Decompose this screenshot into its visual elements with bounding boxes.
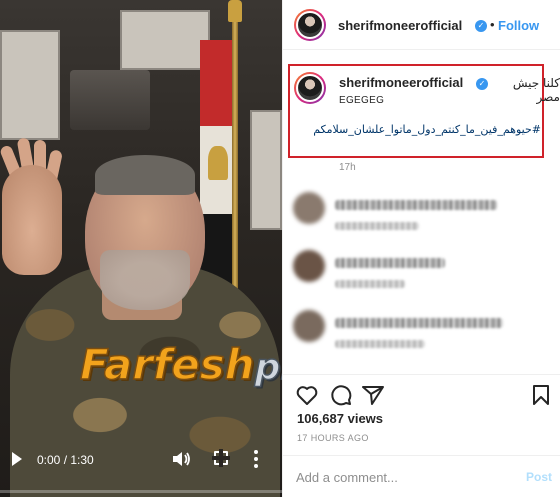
person-beard <box>100 250 190 310</box>
post-panel: sherifmoneerofficial ✓ • Follow sherifmo… <box>282 0 560 497</box>
comment-meta-blurred <box>335 280 405 288</box>
post-actions <box>283 374 560 414</box>
comment-item <box>293 310 513 354</box>
post-header: sherifmoneerofficial ✓ • Follow <box>283 0 560 50</box>
kitchen-cabinet <box>0 30 60 140</box>
range-hood <box>70 70 150 130</box>
flag-pole-top <box>228 0 242 22</box>
comment-item <box>293 192 513 236</box>
comment-item <box>293 250 513 294</box>
caption-hashtag-link[interactable]: #حيوهم_فين_ما_كنتم_دول_ماتوا_علشان_سلامك… <box>313 122 541 138</box>
egypt-flag <box>200 40 236 300</box>
watermark-part2: plus.com <box>254 346 282 389</box>
verified-badge-icon: ✓ <box>476 78 488 90</box>
fullscreen-icon[interactable] <box>212 449 230 467</box>
separator-dot: • <box>490 17 495 32</box>
caption-subtitle: EGEGEG <box>339 95 385 106</box>
follow-button[interactable]: Follow <box>498 18 539 33</box>
comment-meta-blurred <box>335 222 419 230</box>
caption-username[interactable]: sherifmoneerofficial <box>339 75 463 90</box>
more-vertical-icon[interactable] <box>254 450 258 468</box>
post-comment-button[interactable]: Post <box>526 470 552 484</box>
comment-input[interactable] <box>296 468 496 486</box>
raised-hand <box>2 165 62 275</box>
person-hair <box>95 155 195 195</box>
flag-pole <box>232 0 238 300</box>
video-player[interactable]: Farfeshplus.com 0:00 / 1:30 <box>0 0 282 497</box>
caption-time: 17h <box>339 162 356 173</box>
post-time: 17 HOURS AGO <box>297 433 369 443</box>
avatar[interactable] <box>294 9 326 41</box>
verified-badge-icon: ✓ <box>475 20 487 32</box>
watermark-logo: Farfeshplus.com <box>79 339 282 390</box>
volume-icon[interactable] <box>173 451 191 467</box>
heart-icon[interactable] <box>295 383 319 407</box>
comment-meta-blurred <box>335 340 425 348</box>
video-progress-bar[interactable] <box>0 490 282 493</box>
play-icon[interactable] <box>12 452 22 466</box>
comment-bar: Post <box>283 455 560 497</box>
caption-avatar[interactable] <box>294 72 326 104</box>
view-count[interactable]: 106,687 views <box>297 411 383 426</box>
comment-avatar[interactable] <box>293 250 325 282</box>
paper-plane-icon[interactable] <box>361 383 385 407</box>
video-time: 0:00 / 1:30 <box>37 453 94 467</box>
kitchen-cabinet <box>120 10 210 70</box>
comment-text-blurred <box>335 200 497 210</box>
comment-icon[interactable] <box>329 383 353 407</box>
bookmark-icon[interactable] <box>529 383 553 407</box>
video-controls: 0:00 / 1:30 <box>0 438 282 483</box>
watermark-part1: Farfesh <box>79 339 255 390</box>
caption-text: كلنا جيش مصر <box>512 76 560 104</box>
comment-text-blurred <box>335 318 503 328</box>
comment-text-blurred <box>335 258 445 268</box>
comment-avatar[interactable] <box>293 310 325 342</box>
header-username[interactable]: sherifmoneerofficial <box>338 18 462 33</box>
kitchen-cabinet <box>250 110 282 230</box>
comment-avatar[interactable] <box>293 192 325 224</box>
